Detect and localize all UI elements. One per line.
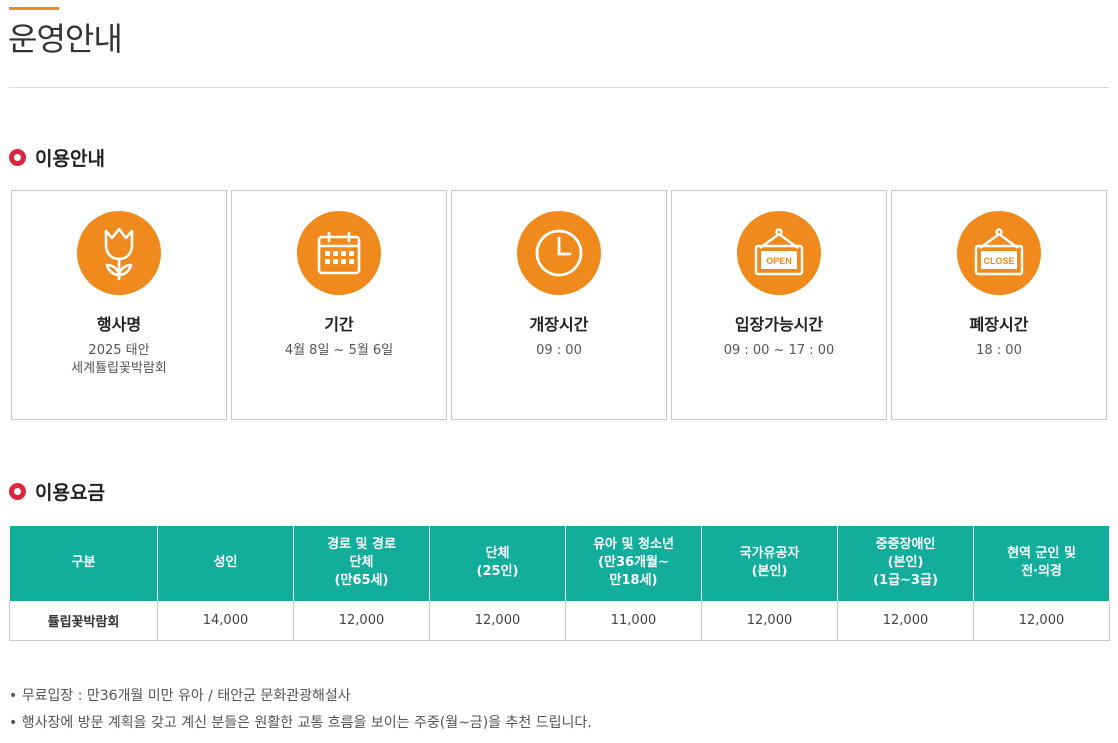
- card-label: 개장시간: [529, 315, 589, 334]
- calendar-icon: [297, 211, 381, 295]
- notes-list: 무료입장 : 만36개월 미만 유아 / 태안군 문화관광해설사 행사장에 방문…: [9, 683, 592, 737]
- info-cards: 행사명 2025 태안 세계튤립꽃박람회 기간 4월 8일 ~ 5월 6일 개장…: [11, 190, 1107, 420]
- open-sign-icon: OPEN: [737, 211, 821, 295]
- table-header-row: 구분 성인 경로 및 경로 단체 (만65세) 단체 (25인) 유아 및 청소…: [9, 525, 1110, 601]
- card-label: 입장가능시간: [734, 315, 824, 334]
- info-card-opening-time: 개장시간 09 : 00: [451, 190, 667, 420]
- close-sign-text: CLOSE: [983, 256, 1014, 266]
- card-label: 행사명: [96, 315, 142, 334]
- table-cell: 12,000: [701, 600, 838, 641]
- note-item: 행사장에 방문 계획을 갖고 계신 분들은 원활한 교통 흐름을 보이는 주중(…: [9, 710, 592, 737]
- card-value-line: 4월 8일 ~ 5월 6일: [284, 343, 394, 358]
- info-card-closing-time: CLOSE 폐장시간 18 : 00: [891, 190, 1107, 420]
- table-header-cell: 현역 군인 및 전·의경: [973, 525, 1110, 601]
- table-header-cell: 단체 (25인): [429, 525, 566, 601]
- table-header-cell: 구분: [9, 525, 158, 601]
- card-label: 기간: [324, 315, 354, 334]
- info-card-entry-time: OPEN 입장가능시간 09 : 00 ~ 17 : 00: [671, 190, 887, 420]
- open-sign-text: OPEN: [766, 256, 792, 266]
- card-value-line: 세계튤립꽃박람회: [71, 361, 167, 376]
- close-sign-icon: CLOSE: [957, 211, 1041, 295]
- fee-table: 구분 성인 경로 및 경로 단체 (만65세) 단체 (25인) 유아 및 청소…: [9, 525, 1110, 641]
- table-header-cell: 중증장애인 (본인) (1급~3급): [837, 525, 974, 601]
- table-row: 튤립꽃박람회 14,000 12,000 12,000 11,000 12,00…: [9, 600, 1110, 641]
- section-header-fee: 이용요금: [9, 478, 105, 505]
- clock-icon: [517, 211, 601, 295]
- card-value: 09 : 00: [452, 342, 666, 360]
- info-card-event-name: 행사명 2025 태안 세계튤립꽃박람회: [11, 190, 227, 420]
- table-row-label: 튤립꽃박람회: [9, 600, 158, 641]
- table-cell: 12,000: [429, 600, 566, 641]
- card-value-line: 18 : 00: [976, 343, 1022, 358]
- card-value-line: 2025 태안: [88, 343, 150, 358]
- table-header-cell: 성인: [157, 525, 294, 601]
- tulip-icon: [77, 211, 161, 295]
- bullet-circle-icon: [9, 483, 26, 500]
- card-value: 2025 태안 세계튤립꽃박람회: [12, 342, 226, 378]
- table-cell: 11,000: [565, 600, 702, 641]
- info-card-period: 기간 4월 8일 ~ 5월 6일: [231, 190, 447, 420]
- note-item: 무료입장 : 만36개월 미만 유아 / 태안군 문화관광해설사: [9, 683, 592, 710]
- table-cell: 12,000: [293, 600, 430, 641]
- page-title: 운영안내: [8, 20, 123, 58]
- table-cell: 12,000: [837, 600, 974, 641]
- card-label: 폐장시간: [969, 315, 1029, 334]
- card-value: 09 : 00 ~ 17 : 00: [672, 342, 886, 360]
- section-header-info: 이용안내: [9, 144, 105, 171]
- section-title-fee: 이용요금: [35, 482, 105, 504]
- card-value-line: 09 : 00: [536, 343, 582, 358]
- card-value: 4월 8일 ~ 5월 6일: [232, 342, 446, 360]
- card-value-line: 09 : 00 ~ 17 : 00: [723, 343, 835, 358]
- table-header-cell: 유아 및 청소년 (만36개월~ 만18세): [565, 525, 702, 601]
- bullet-circle-icon: [9, 149, 26, 166]
- table-header-cell: 경로 및 경로 단체 (만65세): [293, 525, 430, 601]
- section-title-info: 이용안내: [35, 148, 105, 170]
- table-cell: 14,000: [157, 600, 294, 641]
- table-header-cell: 국가유공자 (본인): [701, 525, 838, 601]
- card-value: 18 : 00: [892, 342, 1106, 360]
- table-cell: 12,000: [973, 600, 1110, 641]
- title-accent-bar: [9, 7, 59, 10]
- title-divider: [9, 87, 1109, 88]
